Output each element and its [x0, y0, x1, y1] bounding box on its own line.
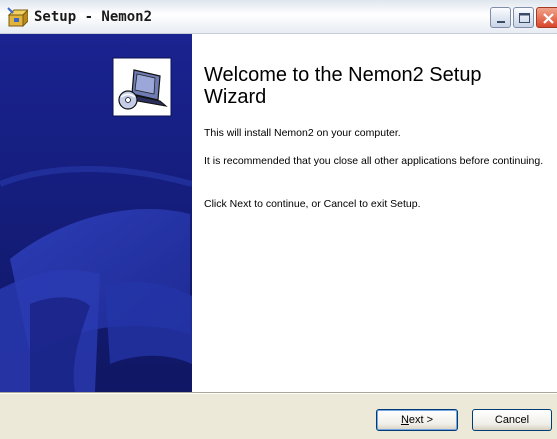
page-title: Welcome to the Nemon2 Setup Wizard — [204, 64, 482, 108]
window-title: Setup - Nemon2 — [34, 9, 153, 25]
close-icon — [543, 13, 554, 24]
next-button[interactable]: Next > — [376, 409, 458, 431]
maximize-icon — [519, 13, 530, 23]
maximize-button[interactable] — [513, 7, 534, 28]
minimize-button[interactable] — [490, 7, 511, 28]
next-label: ext > — [408, 414, 434, 426]
cancel-button[interactable]: Cancel — [472, 409, 552, 431]
setup-package-icon[interactable] — [6, 6, 30, 28]
close-button[interactable] — [536, 7, 557, 28]
title-bar[interactable]: Setup - Nemon2 — [0, 0, 557, 34]
instruction-text: Click Next to continue, or Cancel to exi… — [204, 198, 421, 210]
recommendation-text: It is recommended that you close all oth… — [204, 155, 544, 167]
button-bar: Next > Cancel — [0, 394, 557, 439]
welcome-panel: Welcome to the Nemon2 Setup Wizard This … — [192, 34, 557, 392]
computer-install-icon — [112, 57, 172, 117]
setup-window: Setup - Nemon2 Welcome to the Nemon2 Set… — [0, 0, 557, 439]
next-mnemonic: N — [400, 414, 409, 426]
wizard-banner — [0, 34, 192, 392]
intro-text: This will install Nemon2 on your compute… — [204, 127, 401, 139]
minimize-icon — [497, 21, 505, 23]
